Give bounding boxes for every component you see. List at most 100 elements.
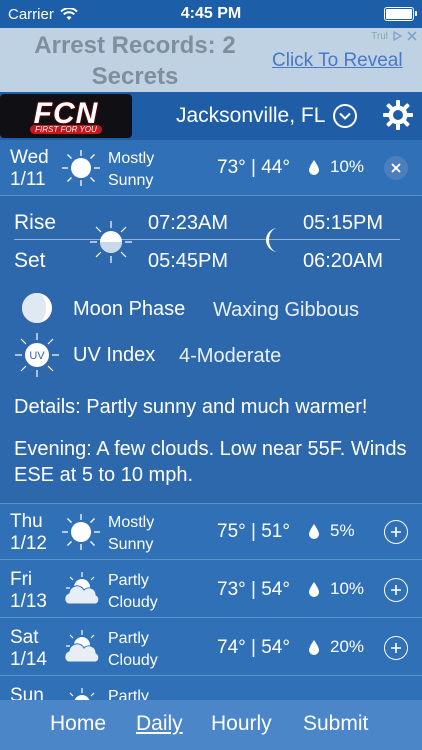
low-temp: 51° bbox=[261, 521, 290, 542]
tab-daily[interactable]: Daily bbox=[136, 712, 183, 736]
condition-line2: Cloudy bbox=[108, 652, 158, 669]
forecast-row[interactable]: Thu 1/12 Mostly Sunny 75° | 51° 5% bbox=[0, 504, 422, 560]
expand-button[interactable] bbox=[384, 578, 408, 602]
precip-percent: 20% bbox=[330, 637, 365, 656]
high-temp: 75° bbox=[217, 521, 246, 542]
date: 1/13 bbox=[10, 591, 47, 612]
expand-button[interactable] bbox=[384, 520, 408, 544]
status-time: 4:45 PM bbox=[180, 5, 242, 22]
ad-choices-icon bbox=[393, 30, 403, 42]
logo-tagline: FIRST FOR YOU bbox=[30, 125, 102, 134]
date: 1/11 bbox=[10, 169, 46, 190]
tab-home[interactable]: Home bbox=[50, 712, 106, 736]
tab-submit[interactable]: Submit bbox=[303, 712, 368, 736]
precip-percent: 5% bbox=[330, 521, 355, 540]
high-temp: 73° bbox=[217, 579, 246, 600]
moonrise-time: 05:15PM bbox=[303, 212, 384, 234]
ad-title-line2: Secrets bbox=[91, 63, 179, 90]
day-label: Thu 1/12 bbox=[10, 511, 47, 555]
plus-icon bbox=[391, 643, 401, 653]
weekday: Fri bbox=[10, 569, 33, 590]
raindrop-icon bbox=[309, 640, 319, 655]
app-header: FCN FIRST FOR YOU Jacksonville, FL bbox=[0, 92, 422, 140]
today-row[interactable]: Wed 1/11 Mostly Sunny 73° | 44° 10% bbox=[0, 140, 422, 196]
status-bar: Carrier 4:45 PM bbox=[0, 0, 422, 28]
temp-separator: | bbox=[251, 521, 256, 542]
sunrise-time: 07:23AM bbox=[148, 212, 229, 234]
ad-link[interactable]: Click To Reveal bbox=[272, 50, 403, 72]
condition-line1: Mostly bbox=[108, 150, 155, 167]
expand-button[interactable] bbox=[384, 636, 408, 660]
ad-title[interactable]: Arrest Records: 2 Secrets bbox=[0, 30, 270, 92]
ad-close-icon[interactable] bbox=[406, 30, 418, 42]
moonset-time: 06:20AM bbox=[303, 250, 384, 272]
low-temp: 44° bbox=[261, 157, 290, 178]
evening-text: Evening: A few clouds. Low near 55F. Win… bbox=[14, 438, 407, 486]
raindrop-icon bbox=[309, 524, 319, 539]
condition-line1: Mostly bbox=[108, 514, 155, 531]
fcn-logo[interactable]: FCN FIRST FOR YOU bbox=[0, 94, 132, 138]
day-detail-panel: Rise Set 07:23AM 05:45PM 05:15PM 06:20AM… bbox=[0, 196, 422, 504]
condition-line1: Partly bbox=[108, 630, 149, 647]
precip-percent: 10% bbox=[330, 579, 365, 598]
low-temp: 54° bbox=[261, 637, 290, 658]
raindrop-icon bbox=[309, 160, 319, 175]
plus-icon bbox=[391, 585, 401, 595]
temperatures: 74° | 54° bbox=[217, 637, 290, 659]
chevron-down-circle-icon bbox=[333, 104, 358, 128]
temperatures: 73° | 54° bbox=[217, 579, 290, 601]
uv-index-value: 4-Moderate bbox=[179, 345, 282, 367]
high-temp: 73° bbox=[217, 157, 246, 178]
details-text: Details: Partly sunny and much warmer! bbox=[14, 396, 368, 418]
ad-banner[interactable]: Arrest Records: 2 Secrets Click To Revea… bbox=[0, 28, 422, 92]
moon-phase-icon bbox=[22, 293, 52, 323]
uv-index-label: UV Index bbox=[73, 344, 156, 366]
uv-badge-text: UV bbox=[29, 350, 45, 362]
sun-icon bbox=[90, 221, 132, 263]
location-label: Jacksonville, FL bbox=[176, 104, 326, 127]
weekday: Sat bbox=[10, 627, 39, 648]
condition: Partly Cloudy bbox=[108, 628, 158, 672]
battery-icon bbox=[384, 7, 417, 21]
weekday: Wed bbox=[10, 147, 49, 168]
uv-index-icon: UV bbox=[15, 333, 59, 377]
collapse-button[interactable] bbox=[384, 156, 408, 180]
temp-separator: | bbox=[251, 637, 256, 658]
temp-separator: | bbox=[251, 157, 256, 178]
condition: Partly Cloudy bbox=[108, 570, 158, 614]
date: 1/12 bbox=[10, 533, 47, 554]
raindrop-icon bbox=[309, 582, 319, 597]
moon-crescent-icon bbox=[266, 228, 278, 252]
mostly-sunny-icon bbox=[62, 150, 100, 186]
condition: Mostly Sunny bbox=[108, 148, 154, 192]
day-label: Sat 1/14 bbox=[10, 627, 47, 671]
day-label: Fri 1/13 bbox=[10, 569, 47, 613]
gear-icon[interactable] bbox=[382, 99, 414, 131]
horizon-line bbox=[14, 239, 400, 240]
plus-icon bbox=[391, 527, 401, 537]
temperatures: 73° | 44° bbox=[217, 157, 290, 179]
ad-title-line1: Arrest Records: 2 bbox=[34, 32, 236, 59]
forecast-row[interactable]: Fri 1/13 Partly Cloudy 73° | 54° 10% bbox=[0, 562, 422, 618]
set-label: Set bbox=[14, 249, 46, 272]
mostly-sunny-icon bbox=[62, 514, 100, 550]
partly-cloudy-icon bbox=[64, 630, 100, 663]
ad-badge[interactable]: Trul bbox=[371, 30, 418, 42]
sunset-time: 05:45PM bbox=[148, 250, 229, 272]
high-temp: 74° bbox=[217, 637, 246, 658]
day-label: Wed 1/11 bbox=[10, 147, 49, 191]
condition-line2: Sunny bbox=[108, 172, 154, 189]
date: 1/14 bbox=[10, 649, 47, 670]
moon-phase-label: Moon Phase bbox=[73, 298, 186, 320]
temp-separator: | bbox=[251, 579, 256, 600]
location-selector[interactable]: Jacksonville, FL bbox=[176, 104, 358, 128]
rise-label: Rise bbox=[14, 211, 57, 234]
tab-hourly[interactable]: Hourly bbox=[211, 712, 272, 736]
forecast-row[interactable]: Sat 1/14 Partly Cloudy 74° | 54° 20% bbox=[0, 620, 422, 676]
temperatures: 75° | 51° bbox=[217, 521, 290, 543]
ad-badge-label: Trul bbox=[371, 30, 388, 42]
condition-line2: Cloudy bbox=[108, 594, 158, 611]
low-temp: 54° bbox=[261, 579, 290, 600]
condition-line1: Partly bbox=[108, 572, 149, 589]
condition: Mostly Sunny bbox=[108, 512, 154, 556]
